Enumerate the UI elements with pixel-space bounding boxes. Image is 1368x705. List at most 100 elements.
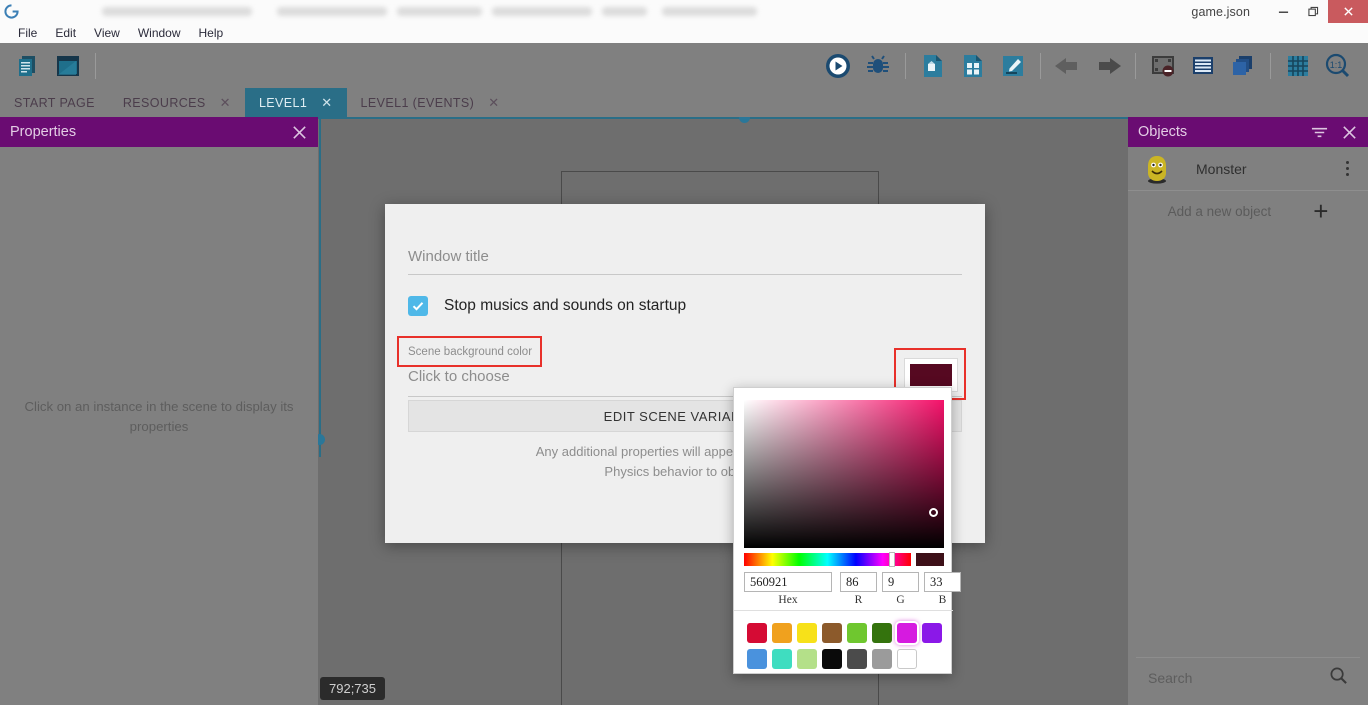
add-scene-icon[interactable] [917, 50, 949, 82]
stop-musics-checkbox-row[interactable]: Stop musics and sounds on startup [408, 296, 686, 316]
layers-stack-icon[interactable] [1227, 50, 1259, 82]
add-new-object-button[interactable]: Add a new object + [1128, 191, 1368, 231]
swatch-turquoise-cell[interactable] [769, 646, 794, 672]
scene-background-color-label: Scene background color [408, 346, 532, 358]
red-input[interactable]: 86 [840, 572, 877, 592]
more-vertical-icon[interactable] [1338, 161, 1356, 176]
swatch-black[interactable] [822, 649, 842, 669]
preset-swatch-grid [744, 620, 944, 672]
swatch-white[interactable] [897, 649, 917, 669]
color-cursor-icon[interactable] [929, 508, 938, 517]
hue-slider[interactable] [744, 553, 911, 566]
tab-level1-events[interactable]: LEVEL1 (EVENTS) ✕ [347, 88, 514, 117]
swatch-turquoise[interactable] [772, 649, 792, 669]
object-search-field[interactable]: Search [1136, 657, 1360, 697]
tab-start-page[interactable]: START PAGE [0, 88, 109, 117]
swatch-dark-green[interactable] [872, 623, 892, 643]
redo-icon[interactable] [1092, 50, 1124, 82]
close-button[interactable] [1328, 0, 1368, 23]
swatch-brown-cell[interactable] [819, 620, 844, 646]
blue-input[interactable]: 33 [924, 572, 961, 592]
swatch-orange[interactable] [772, 623, 792, 643]
toolbar-separator [1270, 53, 1271, 79]
scene-background-color-input[interactable]: Click to choose [408, 368, 510, 385]
swatch-dark-gray-cell[interactable] [844, 646, 869, 672]
toolbar-separator [905, 53, 906, 79]
swatch-blue-cell[interactable] [744, 646, 769, 672]
swatch-purple-cell[interactable] [919, 620, 944, 646]
swatch-purple[interactable] [922, 623, 942, 643]
resize-handle-top[interactable] [739, 117, 750, 123]
zoom-one-to-one-icon[interactable]: 1:1 [1322, 50, 1354, 82]
title-blur-chunk [397, 7, 482, 16]
swatch-brown[interactable] [822, 623, 842, 643]
filter-icon[interactable] [1310, 124, 1329, 141]
title-blur-chunk [602, 7, 647, 16]
swatch-crimson-cell[interactable] [744, 620, 769, 646]
color-picker-popup[interactable]: 560921 Hex 86 R 9 G 33 B [733, 387, 952, 674]
hex-input[interactable]: 560921 [744, 572, 832, 592]
title-blur-chunk [277, 7, 387, 16]
menu-item-view[interactable]: View [85, 23, 129, 43]
search-input[interactable]: Search [1148, 670, 1329, 686]
title-blur-chunk [662, 7, 757, 16]
debug-bug-icon[interactable] [862, 50, 894, 82]
saturation-value-area[interactable] [744, 400, 944, 548]
hue-slider-handle-icon[interactable] [889, 552, 895, 567]
layers-list-icon[interactable] [1187, 50, 1219, 82]
swatch-light-green[interactable] [847, 623, 867, 643]
menu-bar: File Edit View Window Help [0, 23, 1368, 43]
swatch-dark-green-cell[interactable] [869, 620, 894, 646]
swatch-pale-green[interactable] [797, 649, 817, 669]
swatch-black-cell[interactable] [819, 646, 844, 672]
undo-icon[interactable] [1052, 50, 1084, 82]
swatch-yellow-cell[interactable] [794, 620, 819, 646]
swatch-light-green-cell[interactable] [844, 620, 869, 646]
close-icon[interactable] [291, 124, 308, 141]
swatch-dark-gray[interactable] [847, 649, 867, 669]
stop-musics-checkbox[interactable] [408, 296, 428, 316]
preview-play-icon[interactable] [822, 50, 854, 82]
close-icon[interactable] [1341, 124, 1358, 141]
minimize-button[interactable] [1268, 0, 1298, 23]
menu-item-file[interactable]: File [9, 23, 46, 43]
swatch-gray-cell[interactable] [869, 646, 894, 672]
window-title-input[interactable]: Window title [408, 248, 962, 275]
object-list-item-monster[interactable]: Monster [1128, 147, 1368, 191]
properties-empty-message: Click on an instance in the scene to dis… [0, 397, 318, 437]
swatch-crimson[interactable] [747, 623, 767, 643]
tab-close-icon[interactable]: ✕ [321, 96, 332, 109]
tab-level1[interactable]: LEVEL1 ✕ [245, 88, 347, 117]
menu-item-window[interactable]: Window [129, 23, 190, 43]
hex-caption: Hex [744, 594, 832, 606]
search-icon[interactable] [1329, 666, 1348, 690]
objects-film-icon[interactable] [1147, 50, 1179, 82]
window-title-area: game.json [22, 0, 1268, 23]
swatch-yellow[interactable] [797, 623, 817, 643]
restore-button[interactable] [1298, 0, 1328, 23]
green-input[interactable]: 9 [882, 572, 919, 592]
swatch-magenta[interactable] [897, 623, 917, 643]
swatch-gray[interactable] [872, 649, 892, 669]
edit-events-icon[interactable] [997, 50, 1029, 82]
b-field-group: 33 B [924, 572, 961, 606]
add-external-layout-icon[interactable] [957, 50, 989, 82]
swatch-orange-cell[interactable] [769, 620, 794, 646]
tab-close-icon[interactable]: ✕ [488, 96, 499, 109]
tab-close-icon[interactable]: ✕ [220, 96, 231, 109]
open-project-icon[interactable] [12, 50, 44, 82]
grid-icon[interactable] [1282, 50, 1314, 82]
swatch-pale-green-cell[interactable] [794, 646, 819, 672]
new-scene-window-icon[interactable] [52, 50, 84, 82]
toolbar-separator [1135, 53, 1136, 79]
swatch-magenta-cell[interactable] [894, 620, 919, 646]
tab-resources[interactable]: RESOURCES ✕ [109, 88, 245, 117]
color-preview-chip [916, 553, 944, 566]
resize-handle-left[interactable] [318, 434, 325, 445]
scene-boundary-top [318, 117, 1128, 119]
swatch-blue[interactable] [747, 649, 767, 669]
swatch-white-cell[interactable] [894, 646, 919, 672]
menu-item-edit[interactable]: Edit [46, 23, 85, 43]
title-blur-chunk [102, 7, 252, 16]
menu-item-help[interactable]: Help [190, 23, 233, 43]
